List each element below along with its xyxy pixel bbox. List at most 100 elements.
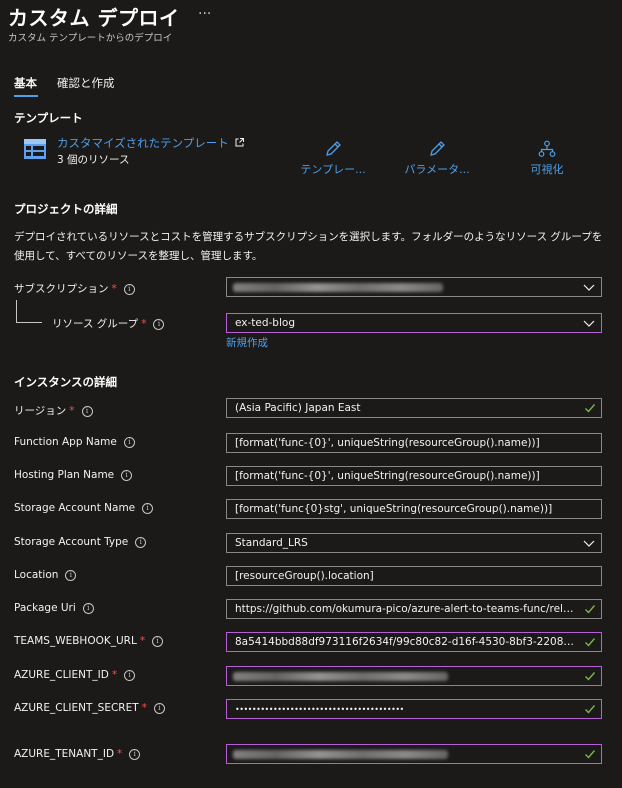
resource-group-label-text: リソース グループ — [52, 318, 139, 330]
chevron-down-icon — [583, 320, 595, 327]
more-options-button[interactable]: ··· — [198, 6, 211, 22]
edit-template-button[interactable]: テンプレー... — [288, 140, 378, 177]
redacted-value — [233, 283, 443, 292]
info-icon[interactable]: i — [135, 537, 147, 548]
template-section-title: テンプレート — [14, 111, 83, 125]
package-uri-input[interactable]: https://github.com/okumura-pico/azure-al… — [226, 599, 602, 619]
tree-connector-vertical — [16, 300, 17, 322]
location-label-text: Location — [14, 569, 59, 581]
azure-client-secret-label: AZURE_CLIENT_SECRET * i — [14, 702, 165, 714]
storage-account-type-value: Standard_LRS — [235, 537, 308, 549]
subscription-dropdown[interactable] — [226, 277, 602, 297]
info-icon[interactable]: i — [142, 503, 154, 514]
external-link-icon — [235, 138, 245, 147]
required-asterisk: * — [117, 748, 123, 760]
page-subtitle: カスタム テンプレートからのデプロイ — [8, 33, 173, 44]
hosting-plan-name-input[interactable]: [format('func-{0}', uniqueString(resourc… — [226, 466, 602, 486]
region-value: (Asia Pacific) Japan East — [235, 402, 361, 414]
tab-basics[interactable]: 基本 — [14, 75, 37, 91]
hierarchy-icon — [538, 140, 556, 157]
redacted-value — [233, 750, 448, 759]
chevron-down-icon — [583, 284, 595, 291]
region-label: リージョン * i — [14, 403, 93, 418]
tree-connector-horizontal — [16, 322, 42, 323]
storage-account-type-dropdown[interactable]: Standard_LRS — [226, 533, 602, 553]
info-icon[interactable]: i — [123, 284, 135, 295]
storage-account-type-label-text: Storage Account Type — [14, 536, 129, 548]
teams-webhook-url-input[interactable]: 8a5414bbd88df973116f2634f/99c80c82-d16f-… — [226, 632, 602, 652]
azure-tenant-id-input[interactable] — [226, 744, 602, 764]
function-app-name-input[interactable]: [format('func-{0}', uniqueString(resourc… — [226, 433, 602, 453]
storage-account-type-label: Storage Account Type i — [14, 536, 147, 548]
location-label: Location i — [14, 569, 77, 581]
template-name-link[interactable]: カスタマイズされたテンプレート — [57, 135, 245, 151]
info-icon[interactable]: i — [123, 437, 135, 448]
location-input[interactable]: [resourceGroup().location] — [226, 566, 602, 586]
package-uri-value: https://github.com/okumura-pico/azure-al… — [235, 603, 601, 615]
package-uri-label-text: Package Uri — [14, 602, 76, 614]
template-name: カスタマイズされたテンプレート — [57, 136, 229, 150]
info-icon[interactable]: i — [81, 406, 93, 417]
region-label-text: リージョン — [14, 405, 67, 417]
info-icon[interactable]: i — [65, 570, 77, 581]
info-icon[interactable]: i — [121, 470, 133, 481]
storage-account-name-label-text: Storage Account Name — [14, 502, 136, 514]
hosting-plan-name-label: Hosting Plan Name i — [14, 469, 133, 481]
template-icon — [24, 139, 46, 162]
function-app-name-label: Function App Name i — [14, 436, 135, 448]
checkmark-icon — [585, 638, 596, 647]
required-asterisk: * — [111, 669, 118, 681]
azure-client-id-label-text: AZURE_CLIENT_ID — [14, 669, 109, 681]
azure-tenant-id-label: AZURE_TENANT_ID * i — [14, 748, 141, 760]
edit-parameters-button[interactable]: パラメータ... — [392, 140, 482, 177]
required-asterisk: * — [141, 702, 147, 714]
azure-client-secret-value: •••••••••••••••••••••••••••••••••••••••• — [235, 705, 404, 714]
resource-group-dropdown[interactable]: ex-ted-blog — [226, 313, 602, 333]
required-asterisk: * — [111, 283, 117, 295]
region-dropdown[interactable]: (Asia Pacific) Japan East — [226, 398, 602, 418]
info-icon[interactable]: i — [153, 703, 165, 714]
package-uri-label: Package Uri i — [14, 602, 94, 614]
chevron-down-icon — [583, 540, 595, 547]
resource-count: 3 個のリソース — [57, 154, 130, 166]
create-new-resource-group-link[interactable]: 新規作成 — [226, 335, 268, 350]
tab-review-create[interactable]: 確認と作成 — [57, 75, 115, 91]
azure-tenant-id-label-text: AZURE_TENANT_ID — [14, 748, 115, 760]
teams-webhook-url-value: 8a5414bbd88df973116f2634f/99c80c82-d16f-… — [235, 636, 602, 648]
checkmark-icon — [585, 672, 596, 681]
teams-webhook-url-label-text: TEAMS_WEBHOOK_URL — [14, 635, 137, 647]
checkmark-icon — [585, 705, 596, 714]
teams-webhook-url-label: TEAMS_WEBHOOK_URL * i — [14, 635, 164, 647]
visualize-label: 可視化 — [530, 163, 564, 176]
pencil-icon — [326, 141, 341, 156]
pencil-icon — [430, 141, 445, 156]
instance-section-title: インスタンスの詳細 — [14, 375, 118, 389]
resource-group-label: リソース グループ * i — [52, 316, 165, 331]
function-app-name-label-text: Function App Name — [14, 436, 117, 448]
edit-parameters-label: パラメータ... — [404, 163, 470, 176]
info-icon[interactable]: i — [129, 749, 141, 760]
info-icon[interactable]: i — [82, 603, 94, 614]
subscription-label-text: サブスクリプション — [14, 283, 109, 295]
storage-account-name-label: Storage Account Name i — [14, 502, 154, 514]
edit-template-label: テンプレー... — [300, 163, 366, 176]
azure-client-secret-input[interactable]: •••••••••••••••••••••••••••••••••••••••• — [226, 699, 602, 719]
azure-client-secret-label-text: AZURE_CLIENT_SECRET — [14, 702, 139, 714]
info-icon[interactable]: i — [124, 670, 136, 681]
checkmark-icon — [585, 750, 596, 759]
subscription-label: サブスクリプション * i — [14, 281, 135, 296]
redacted-value — [233, 672, 448, 681]
required-asterisk: * — [141, 318, 147, 330]
required-asterisk: * — [69, 405, 75, 417]
project-section-title: プロジェクトの詳細 — [14, 202, 118, 216]
project-description: デプロイされているリソースとコストを管理するサブスクリプションを選択します。フォ… — [14, 231, 603, 262]
azure-client-id-input[interactable] — [226, 666, 602, 686]
info-icon[interactable]: i — [152, 636, 164, 647]
info-icon[interactable]: i — [153, 319, 165, 330]
hosting-plan-name-label-text: Hosting Plan Name — [14, 469, 115, 481]
checkmark-icon — [585, 404, 596, 413]
storage-account-name-input[interactable]: [format('func{0}stg', uniqueString(resou… — [226, 499, 602, 519]
required-asterisk: * — [139, 635, 146, 647]
active-tab-indicator — [14, 95, 38, 97]
visualize-button[interactable]: 可視化 — [502, 140, 592, 177]
